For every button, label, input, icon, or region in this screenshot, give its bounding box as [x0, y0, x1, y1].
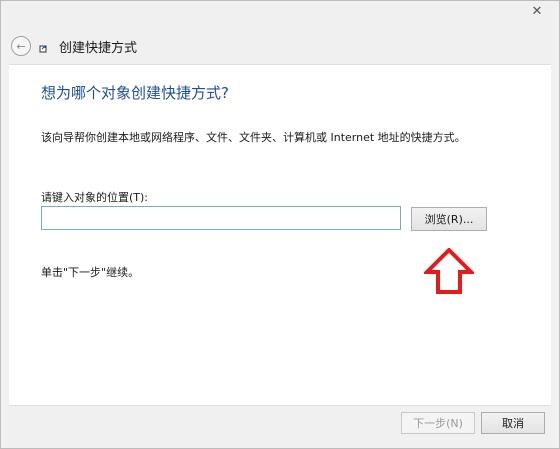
shortcut-wizard-icon [39, 41, 49, 53]
cancel-button[interactable]: 取消 [481, 412, 545, 434]
annotation-up-arrow-icon [424, 248, 474, 294]
back-arrow-icon: ← [16, 39, 26, 53]
page-heading: 想为哪个对象创建快捷方式? [41, 84, 229, 102]
wizard-description: 该向导帮你创建本地或网络程序、文件、文件夹、计算机或 Internet 地址的快… [41, 131, 466, 144]
location-label: 请键入对象的位置(T): [41, 191, 149, 204]
wizard-title: 创建快捷方式 [59, 41, 138, 56]
wizard-window: ✕ ← 创建快捷方式 想为哪个对象创建快捷方式? 该向导帮你创建本地或网络程序、… [0, 0, 560, 449]
wizard-content: 想为哪个对象创建快捷方式? 该向导帮你创建本地或网络程序、文件、文件夹、计算机或… [9, 64, 551, 406]
location-input[interactable] [41, 206, 401, 230]
continue-note: 单击"下一步"继续。 [41, 266, 140, 279]
browse-button[interactable]: 浏览(R)... [411, 207, 487, 231]
close-button[interactable]: ✕ [523, 1, 551, 21]
back-button[interactable]: ← [11, 36, 31, 56]
next-button[interactable]: 下一步(N) [401, 412, 475, 434]
close-icon: ✕ [531, 3, 543, 19]
wizard-header: ← 创建快捷方式 [1, 29, 559, 63]
